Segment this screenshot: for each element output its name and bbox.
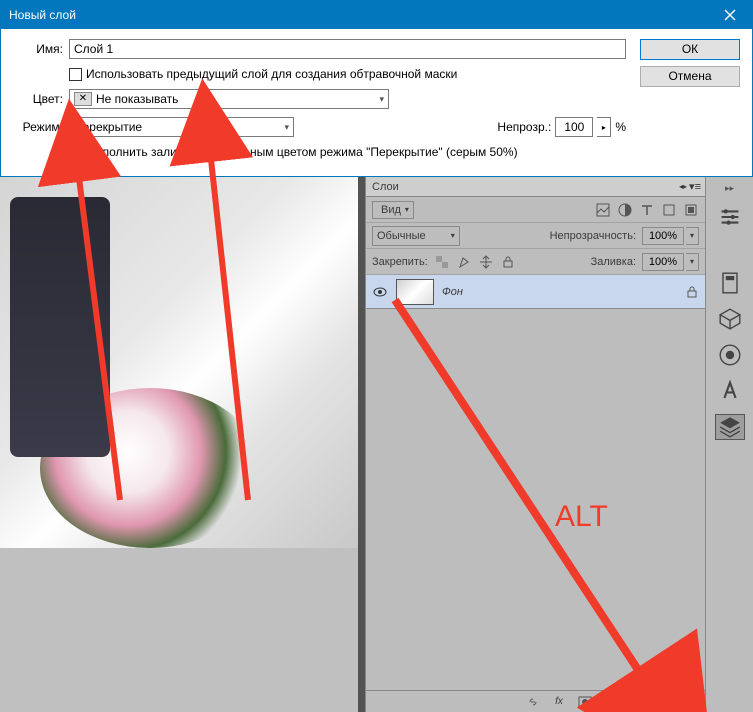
- opacity-unit: %: [615, 120, 626, 134]
- layer-opacity-input[interactable]: [642, 227, 684, 245]
- color-label: Цвет:: [13, 92, 63, 106]
- delete-layer-icon[interactable]: [681, 694, 697, 710]
- chevron-down-icon: ▾: [451, 231, 455, 240]
- opacity-input[interactable]: [555, 117, 593, 137]
- color-dropdown[interactable]: ✕ Не показывать ▾: [69, 89, 389, 109]
- layer-list[interactable]: Фон: [366, 275, 705, 690]
- opacity-flyout-button[interactable]: ▾: [686, 227, 699, 245]
- document-canvas[interactable]: [0, 177, 358, 548]
- clipping-mask-label: Использовать предыдущий слой для создани…: [86, 67, 457, 81]
- no-color-swatch-icon: ✕: [74, 92, 92, 106]
- ok-button[interactable]: ОК: [640, 39, 740, 60]
- layer-lock-icon: [685, 284, 699, 300]
- opacity-label: Непрозр.:: [497, 120, 551, 134]
- opacity-flyout-button[interactable]: ▸: [597, 117, 611, 137]
- collapse-left-icon[interactable]: ◂▸: [679, 182, 687, 191]
- filter-smart-icon[interactable]: [683, 202, 699, 218]
- tool-character-icon[interactable]: [715, 378, 745, 404]
- clipping-mask-checkbox[interactable]: [69, 68, 82, 81]
- tool-3d-icon[interactable]: [715, 306, 745, 332]
- chevron-down-icon: ▾: [379, 94, 384, 105]
- new-group-icon[interactable]: [629, 694, 645, 710]
- tool-info-icon[interactable]: [715, 270, 745, 296]
- layer-fill-input[interactable]: [642, 253, 684, 271]
- layers-tab-label: Слои: [372, 181, 399, 193]
- mode-value: Перекрытие: [74, 120, 142, 134]
- photo-content: [0, 177, 358, 548]
- name-label: Имя:: [13, 42, 63, 56]
- annotation-alt-label: ALT: [555, 500, 608, 534]
- filter-pixel-icon[interactable]: [595, 202, 611, 218]
- add-mask-icon[interactable]: [577, 694, 593, 710]
- blend-mode-dropdown[interactable]: Перекрытие ▾: [69, 117, 294, 137]
- layer-blend-dropdown[interactable]: Обычные ▾: [372, 226, 460, 246]
- layer-row-background[interactable]: Фон: [366, 275, 705, 309]
- link-layers-icon[interactable]: [525, 694, 541, 710]
- dialog-titlebar[interactable]: Новый слой: [1, 1, 752, 29]
- fill-flyout-button[interactable]: ▾: [686, 253, 699, 271]
- lock-pixels-icon[interactable]: [456, 254, 472, 270]
- tool-layers-icon[interactable]: [715, 414, 745, 440]
- filter-kind-label: Вид: [381, 204, 401, 216]
- panel-menu-icon[interactable]: ▾≡: [689, 180, 701, 193]
- tool-color-icon[interactable]: [715, 342, 745, 368]
- filter-type-icon[interactable]: [639, 202, 655, 218]
- filter-kind-dropdown[interactable]: Вид ▾: [372, 201, 414, 219]
- fill-neutral-checkbox[interactable]: [69, 146, 82, 159]
- mode-label: Режим:: [13, 120, 63, 134]
- dialog-title: Новый слой: [9, 8, 76, 22]
- layer-opacity-label: Непрозрачность:: [550, 230, 636, 242]
- layers-footer: fx: [366, 690, 705, 712]
- chevron-down-icon: ▾: [284, 122, 289, 133]
- new-layer-dialog: Новый слой Имя: Использовать предыдущий …: [0, 0, 753, 177]
- close-icon: [724, 9, 736, 21]
- lock-label: Закрепить:: [372, 256, 428, 268]
- cancel-button[interactable]: Отмена: [640, 66, 740, 87]
- lock-position-icon[interactable]: [478, 254, 494, 270]
- fill-neutral-label: Выполнить заливку нейтральным цветом реж…: [86, 145, 518, 159]
- layer-name-label: Фон: [442, 286, 677, 298]
- visibility-toggle[interactable]: [372, 284, 388, 300]
- layer-blend-value: Обычные: [377, 230, 426, 242]
- new-layer-icon[interactable]: [655, 694, 671, 710]
- adjustment-layer-icon[interactable]: [603, 694, 619, 710]
- layers-tab[interactable]: Слои ◂▸ ▾≡: [366, 177, 705, 197]
- lock-all-icon[interactable]: [500, 254, 516, 270]
- layer-name-input[interactable]: [69, 39, 626, 59]
- layers-panel: Слои ◂▸ ▾≡ Вид ▾ Обычные ▾ Непрозрачност…: [365, 177, 705, 712]
- right-toolbar: ▸▸: [705, 177, 753, 712]
- lock-transparency-icon[interactable]: [434, 254, 450, 270]
- canvas-empty-area: [0, 548, 358, 712]
- collapse-icon[interactable]: ▸▸: [725, 183, 734, 194]
- layer-fx-icon[interactable]: fx: [551, 694, 567, 710]
- layer-thumbnail[interactable]: [396, 279, 434, 305]
- filter-shape-icon[interactable]: [661, 202, 677, 218]
- chevron-down-icon: ▾: [405, 205, 409, 214]
- tool-options-icon[interactable]: [715, 204, 745, 230]
- close-button[interactable]: [707, 1, 752, 29]
- color-value: Не показывать: [96, 92, 178, 106]
- fill-label: Заливка:: [591, 256, 636, 268]
- filter-adjustment-icon[interactable]: [617, 202, 633, 218]
